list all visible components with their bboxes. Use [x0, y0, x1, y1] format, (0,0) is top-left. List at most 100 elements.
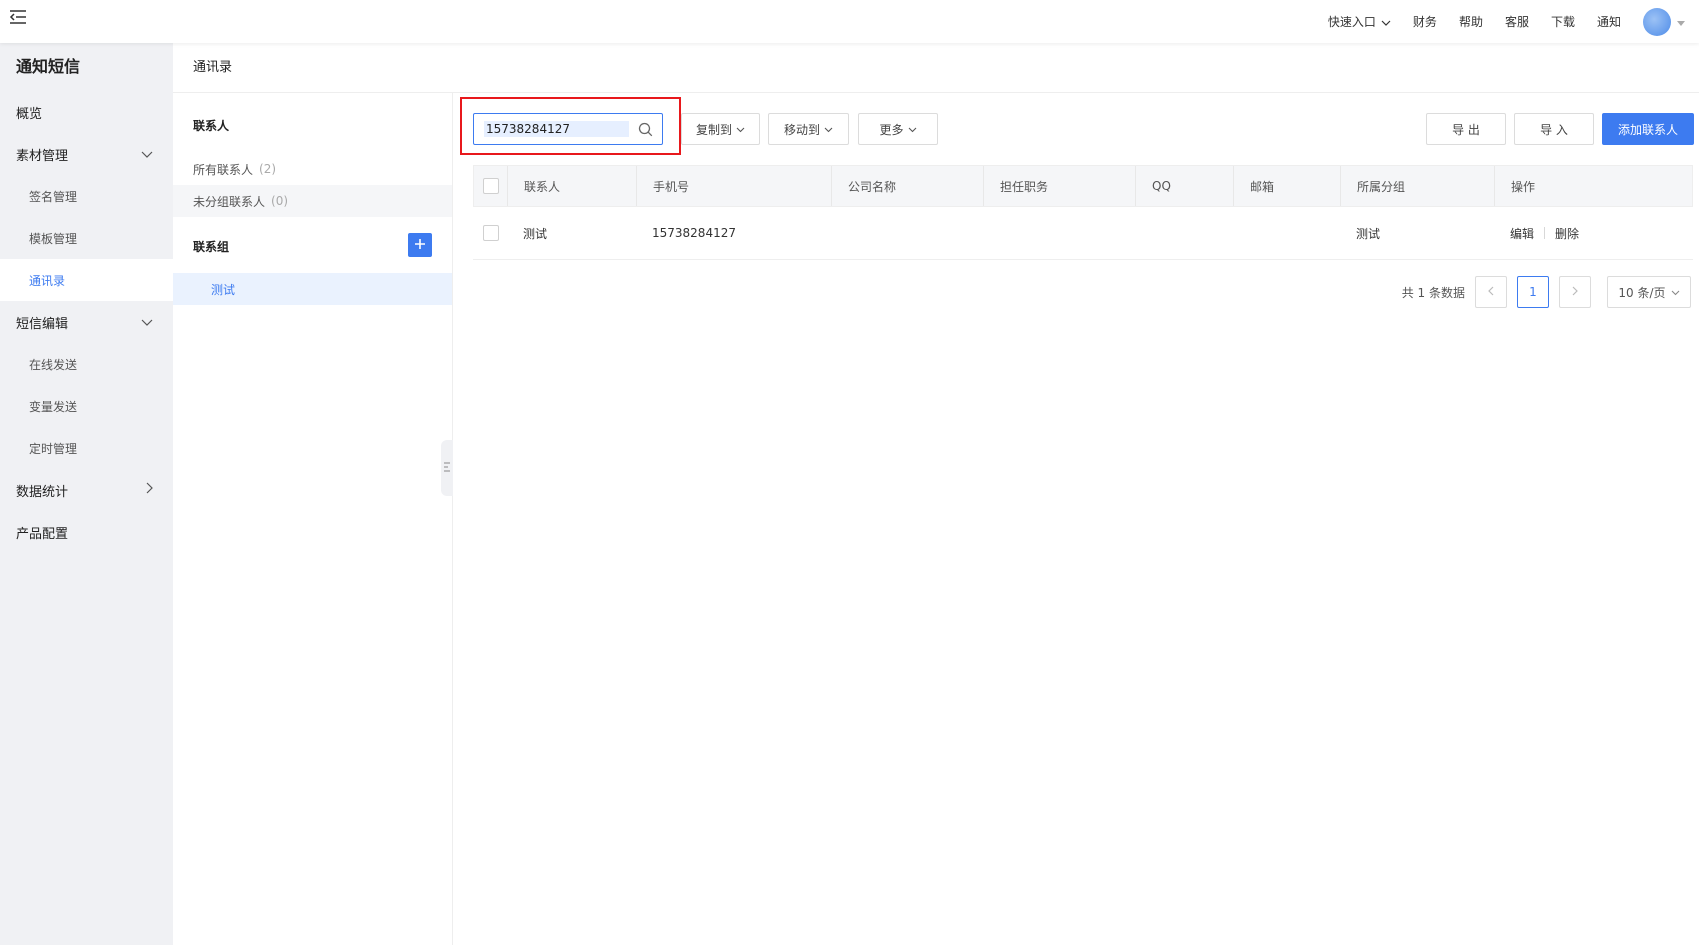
more-label: 更多 [879, 122, 904, 137]
cell-actions: 编辑 删除 [1494, 207, 1691, 259]
column-header-position[interactable]: 担任职务 [984, 166, 1136, 206]
next-page-button[interactable] [1559, 276, 1591, 308]
copy-to-button[interactable]: 复制到 [681, 113, 760, 145]
menu-toggle-icon[interactable] [8, 8, 28, 26]
ungrouped-contacts-label: 未分组联系人 [193, 194, 266, 209]
export-button[interactable]: 导 出 [1426, 113, 1506, 145]
download-link[interactable]: 下载 [1551, 13, 1575, 30]
sidebar-item-data-statistics[interactable]: 数据统计 [0, 469, 173, 511]
cell-email [1233, 207, 1340, 259]
collapse-icon [443, 461, 451, 476]
move-to-label: 移动到 [783, 122, 820, 137]
column-header-phone[interactable]: 手机号 [637, 166, 832, 206]
group-item[interactable]: 测试 [173, 273, 452, 305]
all-contacts-count: (2) [259, 162, 277, 176]
contacts-panel: 联系人 所有联系人 (2) 未分组联系人 (0) 联系组 测试 [173, 93, 453, 945]
row-checkbox[interactable] [483, 225, 499, 241]
search-input[interactable]: 15738284127 [473, 113, 663, 145]
quick-entry-label: 快速入口 [1327, 15, 1376, 29]
quick-entry-menu[interactable]: 快速入口 [1328, 13, 1391, 30]
groups-heading: 联系组 [193, 240, 230, 254]
cell-group: 测试 [1356, 226, 1381, 241]
more-button[interactable]: 更多 [858, 113, 938, 145]
select-all-cell [474, 166, 508, 206]
page-header: 通讯录 [173, 43, 1699, 93]
user-menu[interactable] [1643, 7, 1685, 36]
cell-company [831, 207, 983, 259]
customer-service-link[interactable]: 客服 [1505, 13, 1529, 30]
search-icon[interactable] [638, 122, 653, 140]
ungrouped-contacts-item[interactable]: 未分组联系人 (0) [173, 185, 452, 217]
sidebar-item-product-config[interactable]: 产品配置 [0, 511, 173, 553]
column-header-contact[interactable]: 联系人 [508, 166, 637, 206]
row-select-cell [473, 207, 507, 259]
sidebar-item-label: 产品配置 [16, 526, 69, 542]
column-header-qq[interactable]: QQ [1136, 166, 1234, 206]
all-contacts-item[interactable]: 所有联系人 (2) [173, 153, 452, 185]
cell-position [983, 207, 1135, 259]
chevron-down-icon [908, 122, 917, 136]
chevron-down-icon [824, 122, 833, 136]
finance-link[interactable]: 财务 [1413, 13, 1437, 30]
page-size-label: 10 条/页 [1618, 285, 1666, 300]
chevron-left-icon [1488, 285, 1494, 299]
search-input-value: 15738284127 [484, 121, 629, 137]
edit-link[interactable]: 编辑 [1510, 225, 1534, 242]
prev-page-button[interactable] [1475, 276, 1507, 308]
add-group-button[interactable] [408, 233, 432, 257]
chevron-down-icon [1381, 15, 1391, 29]
column-header-email[interactable]: 邮箱 [1234, 166, 1341, 206]
sidebar-item-template-management[interactable]: 模板管理 [0, 217, 173, 259]
help-link[interactable]: 帮助 [1459, 13, 1483, 30]
sidebar: 通知短信 概览 素材管理 签名管理 模板管理 通讯录 短信编辑 在线发送 变量发… [0, 43, 173, 945]
ungrouped-contacts-count: (0) [271, 194, 289, 208]
caret-down-icon [1677, 15, 1685, 29]
column-header-company[interactable]: 公司名称 [832, 166, 984, 206]
cell-contact: 测试 [523, 226, 548, 241]
plus-icon [414, 238, 426, 253]
all-contacts-label: 所有联系人 [193, 162, 254, 177]
move-to-button[interactable]: 移动到 [768, 113, 849, 145]
sidebar-title: 通知短信 [16, 57, 81, 76]
page-title: 通讯录 [193, 60, 233, 75]
column-header-actions: 操作 [1511, 179, 1536, 194]
page-number-button[interactable]: 1 [1517, 276, 1549, 308]
sidebar-item-label: 概览 [16, 106, 43, 122]
avatar [1643, 7, 1671, 36]
notification-link[interactable]: 通知 [1597, 13, 1621, 30]
chevron-down-icon [736, 122, 745, 136]
add-contact-button[interactable]: 添加联系人 [1602, 113, 1694, 145]
top-nav: 快速入口 财务 帮助 客服 下载 通知 [1328, 0, 1699, 43]
cell-qq [1135, 207, 1233, 259]
contacts-heading: 联系人 [193, 119, 230, 133]
table-header: 联系人 手机号 公司名称 担任职务 QQ 邮箱 所属分组 操作 [473, 165, 1693, 207]
pagination: 共 1 条数据 1 10 条/页 [1402, 276, 1691, 308]
sidebar-item-variable-send[interactable]: 变量发送 [0, 385, 173, 427]
table-row: 测试 15738284127 测试 编辑 删除 [473, 207, 1693, 260]
contacts-table: 联系人 手机号 公司名称 担任职务 QQ 邮箱 所属分组 操作 测试 15738… [473, 165, 1693, 260]
chevron-right-icon [146, 482, 153, 498]
cell-phone: 15738284127 [652, 226, 736, 240]
panel-collapse-handle[interactable] [441, 440, 453, 496]
page-size-select[interactable]: 10 条/页 [1607, 276, 1691, 308]
sidebar-item-sms-editing[interactable]: 短信编辑 [0, 301, 173, 343]
import-button[interactable]: 导 入 [1514, 113, 1594, 145]
sidebar-item-online-send[interactable]: 在线发送 [0, 343, 173, 385]
delete-link[interactable]: 删除 [1555, 225, 1579, 242]
sidebar-item-address-book[interactable]: 通讯录 [0, 259, 173, 301]
chevron-down-icon [141, 315, 153, 330]
sidebar-item-label: 数据统计 [16, 484, 69, 500]
action-divider [1544, 227, 1546, 239]
sidebar-item-label: 素材管理 [16, 148, 69, 164]
select-all-checkbox[interactable] [483, 178, 499, 194]
total-count: 共 1 条数据 [1401, 285, 1465, 300]
top-bar: 快速入口 财务 帮助 客服 下载 通知 [0, 0, 1699, 43]
sidebar-item-signature-management[interactable]: 签名管理 [0, 175, 173, 217]
chevron-down-icon [141, 147, 153, 162]
chevron-right-icon [1572, 285, 1578, 299]
sidebar-item-label: 短信编辑 [16, 316, 69, 332]
sidebar-item-material-management[interactable]: 素材管理 [0, 133, 173, 175]
sidebar-item-overview[interactable]: 概览 [0, 91, 173, 133]
sidebar-item-scheduled-management[interactable]: 定时管理 [0, 427, 173, 469]
column-header-group[interactable]: 所属分组 [1341, 166, 1495, 206]
